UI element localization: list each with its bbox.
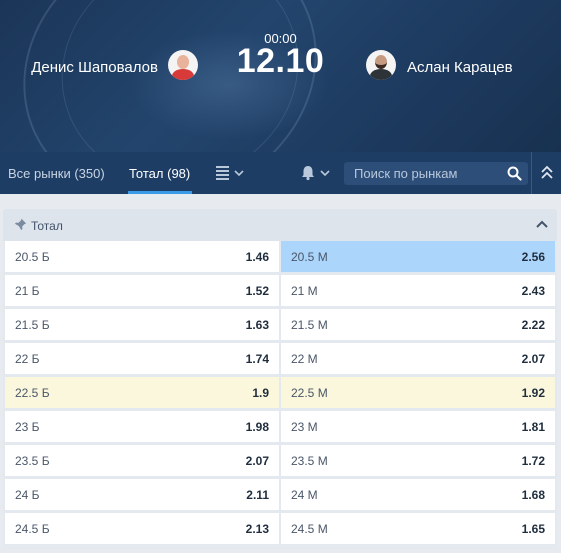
odds-cell-over[interactable]: 20.5 Б 1.46 bbox=[5, 241, 279, 272]
odds-value: 1.46 bbox=[245, 250, 269, 264]
odds-label: 24 Б bbox=[15, 488, 40, 502]
odds-label: 21 М bbox=[291, 284, 318, 298]
odds-value: 1.98 bbox=[245, 420, 269, 434]
market-panel-header[interactable]: Тотал bbox=[3, 209, 557, 241]
player-right-name: Аслан Карацев bbox=[407, 59, 513, 76]
odds-value: 2.56 bbox=[521, 250, 545, 264]
odds-label: 23 М bbox=[291, 420, 318, 434]
odds-value: 1.9 bbox=[252, 386, 269, 400]
collapse-header-button[interactable] bbox=[531, 152, 561, 194]
odds-label: 22.5 М bbox=[291, 386, 328, 400]
odds-cell-over[interactable]: 24.5 Б 2.13 bbox=[5, 513, 279, 544]
list-view-button[interactable] bbox=[216, 166, 246, 185]
odds-value: 2.43 bbox=[521, 284, 545, 298]
odds-cell-under[interactable]: 23 М 1.81 bbox=[281, 411, 555, 442]
odds-label: 23 Б bbox=[15, 420, 40, 434]
odds-cell-under[interactable]: 24 М 1.68 bbox=[281, 479, 555, 510]
odds-cell-under[interactable]: 21.5 М 2.22 bbox=[281, 309, 555, 340]
odds-label: 22 М bbox=[291, 352, 318, 366]
odds-label: 22 Б bbox=[15, 352, 40, 366]
odds-cell-under[interactable]: 21 М 2.43 bbox=[281, 275, 555, 306]
bell-icon bbox=[302, 166, 330, 181]
odds-label: 23.5 М bbox=[291, 454, 328, 468]
tab-all-markets[interactable]: Все рынки (350) bbox=[8, 166, 105, 181]
odds-label: 22.5 Б bbox=[15, 386, 50, 400]
odds-value: 1.52 bbox=[245, 284, 269, 298]
market-search bbox=[344, 162, 528, 185]
odds-label: 24 М bbox=[291, 488, 318, 502]
odds-value: 1.68 bbox=[521, 488, 545, 502]
market-panel-total: Тотал 20.5 Б 1.46 20.5 М 2.56 21 Б 1.52 21 М 2.… bbox=[3, 209, 557, 549]
active-tab-indicator bbox=[128, 191, 192, 194]
pin-icon[interactable] bbox=[14, 218, 27, 231]
notifications-button[interactable] bbox=[301, 165, 333, 186]
tab-all-markets-label: Все рынки bbox=[8, 166, 71, 181]
odds-cell-over[interactable]: 23.5 Б 2.07 bbox=[5, 445, 279, 476]
chevron-up-icon[interactable] bbox=[536, 220, 548, 228]
search-input[interactable] bbox=[344, 162, 504, 185]
odds-label: 24.5 Б bbox=[15, 522, 50, 536]
odds-value: 1.74 bbox=[245, 352, 269, 366]
double-chevron-up-icon bbox=[541, 165, 553, 179]
odds-label: 24.5 М bbox=[291, 522, 328, 536]
odds-label: 20.5 Б bbox=[15, 250, 50, 264]
odds-cell-over[interactable]: 24 Б 2.11 bbox=[5, 479, 279, 510]
odds-value: 1.65 bbox=[521, 522, 545, 536]
odds-value: 1.81 bbox=[521, 420, 545, 434]
odds-cell-over[interactable]: 21 Б 1.52 bbox=[5, 275, 279, 306]
odds-cell-under[interactable]: 22 М 2.07 bbox=[281, 343, 555, 374]
tab-total[interactable]: Тотал (98) bbox=[129, 166, 190, 181]
odds-value: 1.63 bbox=[245, 318, 269, 332]
tab-total-label: Тотал bbox=[129, 166, 164, 181]
odds-value: 2.13 bbox=[245, 522, 269, 536]
odds-cell-over[interactable]: 21.5 Б 1.63 bbox=[5, 309, 279, 340]
odds-value: 1.92 bbox=[521, 386, 545, 400]
odds-value: 2.22 bbox=[521, 318, 545, 332]
odds-value: 2.07 bbox=[521, 352, 545, 366]
odds-label: 21.5 М bbox=[291, 318, 328, 332]
odds-cell-under[interactable]: 23.5 М 1.72 bbox=[281, 445, 555, 476]
odds-cell-over[interactable]: 22.5 Б 1.9 bbox=[5, 377, 279, 408]
odds-value: 2.07 bbox=[245, 454, 269, 468]
odds-cell-under[interactable]: 22.5 М 1.92 bbox=[281, 377, 555, 408]
odds-value: 1.72 bbox=[521, 454, 545, 468]
odds-label: 21 Б bbox=[15, 284, 40, 298]
tab-total-count: (98) bbox=[167, 166, 191, 181]
player-right-avatar bbox=[366, 50, 396, 80]
odds-cell-under[interactable]: 24.5 М 1.65 bbox=[281, 513, 555, 544]
list-icon bbox=[216, 166, 244, 180]
market-title: Тотал bbox=[31, 219, 63, 233]
search-icon[interactable] bbox=[507, 166, 522, 181]
odds-label: 23.5 Б bbox=[15, 454, 50, 468]
odds-cell-over[interactable]: 23 Б 1.98 bbox=[5, 411, 279, 442]
odds-label: 21.5 Б bbox=[15, 318, 50, 332]
match-header: Денис Шаповалов 00:00 12.10 Аслан Караце… bbox=[0, 0, 561, 152]
odds-value: 2.11 bbox=[246, 488, 269, 502]
tab-all-markets-count: (350) bbox=[74, 166, 105, 181]
odds-cell-under[interactable]: 20.5 М 2.56 bbox=[281, 241, 555, 272]
odds-label: 20.5 М bbox=[291, 250, 328, 264]
odds-cell-over[interactable]: 22 Б 1.74 bbox=[5, 343, 279, 374]
